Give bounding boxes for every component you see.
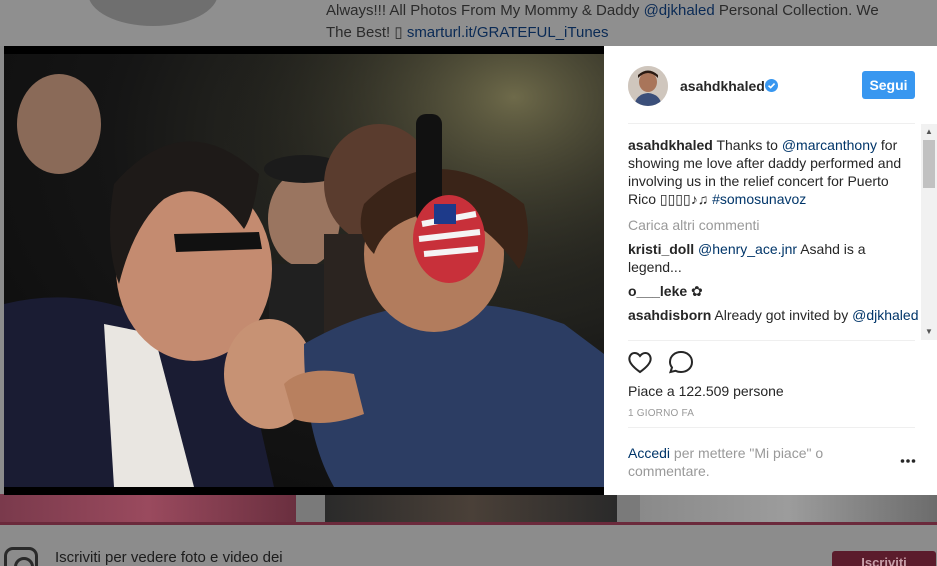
comment-item: o___leke ✿ xyxy=(628,282,920,300)
likes-count[interactable]: Piace a 122.509 persone xyxy=(628,383,784,399)
background-thumbnail-strip xyxy=(0,494,937,522)
comment-item: kristi_doll @henry_ace.jnr Asahd is a le… xyxy=(628,240,920,276)
comment-mention[interactable]: @henry_ace.jnr xyxy=(698,241,797,257)
background-caption-glyph: ▯ xyxy=(394,24,403,41)
comments-scrollbar[interactable]: ▲ ▼ xyxy=(921,124,937,340)
comment-bubble-icon[interactable] xyxy=(667,349,695,375)
background-caption: Always!!! All Photos From My Mommy & Dad… xyxy=(326,0,926,44)
scroll-up-icon[interactable]: ▲ xyxy=(925,128,933,136)
post-modal: asahdkhaled Segui asahdkhaled Thanks to … xyxy=(4,46,937,495)
comment-username[interactable]: kristi_doll xyxy=(628,241,694,257)
post-author-username[interactable]: asahdkhaled xyxy=(680,78,765,94)
background-thumbnail xyxy=(640,494,937,522)
follow-button[interactable]: Segui xyxy=(862,71,915,99)
heart-icon[interactable] xyxy=(626,349,654,375)
background-caption-text-2: The Best! xyxy=(326,24,395,41)
divider xyxy=(628,123,915,124)
post-photo-image xyxy=(4,54,604,487)
comment-username[interactable]: o___leke xyxy=(628,283,687,299)
background-thumbnail xyxy=(325,494,617,522)
background-caption-mention: @djkhaled xyxy=(643,2,715,19)
comment-mention[interactable]: @djkhaled xyxy=(852,307,918,323)
post-photo xyxy=(4,54,604,487)
scrollbar-thumb[interactable] xyxy=(923,140,935,188)
more-options-icon[interactable] xyxy=(900,458,916,464)
avatar-image xyxy=(628,66,668,106)
divider xyxy=(628,340,915,341)
comment-item: asahdisborn Already got invited by @djkh… xyxy=(628,306,920,324)
background-avatar xyxy=(88,0,218,26)
background-caption-text-end: Personal Collection. We xyxy=(714,2,879,19)
post-caption: asahdkhaled Thanks to @marcanthony for s… xyxy=(628,136,920,208)
login-link[interactable]: Accedi xyxy=(628,445,670,461)
background-post-area: Always!!! All Photos From My Mommy & Dad… xyxy=(0,0,937,46)
verified-badge-icon xyxy=(765,79,778,92)
instagram-logo-icon xyxy=(4,547,38,566)
comment-text: ✿ xyxy=(687,283,703,299)
caption-username[interactable]: asahdkhaled xyxy=(628,137,713,153)
avatar[interactable] xyxy=(628,66,668,106)
caption-hashtag[interactable]: #somosunavoz xyxy=(712,191,806,207)
post-side-panel: asahdkhaled Segui asahdkhaled Thanks to … xyxy=(604,46,937,495)
load-more-comments-link[interactable]: Carica altri commenti xyxy=(628,216,920,234)
scroll-down-icon[interactable]: ▼ xyxy=(925,328,933,336)
divider xyxy=(628,427,915,428)
background-signup-button: Iscriviti xyxy=(832,551,936,566)
background-caption-link: smarturl.it/GRATEFUL_iTunes xyxy=(406,24,609,41)
comment-text: Already got invited by xyxy=(711,307,853,323)
post-header: asahdkhaled Segui xyxy=(604,46,937,124)
background-thumbnail xyxy=(0,494,296,522)
caption-mention[interactable]: @marcanthony xyxy=(782,137,877,153)
comments-list: asahdkhaled Thanks to @marcanthony for s… xyxy=(628,136,920,340)
background-caption-text: Always!!! All Photos From My Mommy & Dad… xyxy=(326,2,644,19)
caption-text: Thanks to xyxy=(712,137,782,153)
background-signup-bar: Iscriviti per vedere foto e video dei Is… xyxy=(0,522,937,566)
background-signup-text: Iscriviti per vedere foto e video dei xyxy=(55,549,283,566)
login-prompt: Accedi per mettere "Mi piace" o commenta… xyxy=(628,444,858,480)
post-timestamp: 1 GIORNO FA xyxy=(628,408,695,419)
comment-username[interactable]: asahdisborn xyxy=(628,307,711,323)
